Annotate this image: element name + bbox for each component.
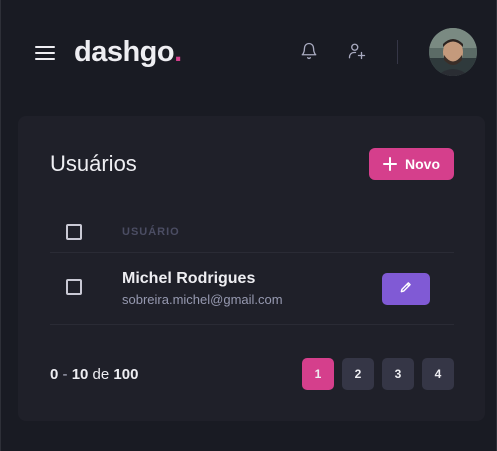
new-user-button-label: Novo	[405, 156, 440, 172]
logo-text: dashgo	[74, 36, 175, 68]
header: dashgo.	[1, 0, 497, 110]
user-plus-icon[interactable]	[348, 42, 366, 60]
new-user-button[interactable]: Novo	[369, 148, 454, 180]
user-name: Michel Rodrigues	[122, 270, 256, 287]
menu-icon[interactable]	[35, 44, 55, 62]
page-title: Usuários	[50, 151, 137, 176]
page-button-1[interactable]: 1	[302, 358, 334, 390]
range-end: 10	[71, 366, 89, 383]
total-count: 100	[113, 366, 139, 383]
range-separator: -	[62, 366, 68, 383]
range-start: 0	[50, 366, 59, 383]
row-checkbox[interactable]	[66, 279, 82, 295]
logo: dashgo.	[74, 36, 182, 69]
logo-dot: .	[174, 36, 182, 68]
user-email: sobreira.michel@gmail.com	[122, 292, 283, 307]
edit-button[interactable]	[382, 273, 430, 305]
header-divider	[397, 40, 398, 64]
users-card: Usuários Novo USUÁRIO Michel Rodrigues s…	[18, 116, 485, 421]
avatar[interactable]	[429, 28, 477, 76]
bell-icon[interactable]	[300, 42, 318, 60]
page-button-3[interactable]: 3	[382, 358, 414, 390]
of-label: de	[92, 366, 110, 383]
page-button-2[interactable]: 2	[342, 358, 374, 390]
page-button-4[interactable]: 4	[422, 358, 454, 390]
pagination-info: 0 - 10 de 100	[50, 366, 138, 383]
table-header: USUÁRIO	[50, 208, 454, 253]
app-frame: dashgo. Usuários Novo USUÁRIO Michel Rod…	[0, 0, 497, 451]
column-header-user: USUÁRIO	[122, 226, 180, 238]
select-all-checkbox[interactable]	[66, 224, 82, 240]
pencil-icon	[399, 280, 413, 299]
plus-icon	[383, 157, 397, 171]
table-row: Michel Rodrigues sobreira.michel@gmail.c…	[50, 254, 454, 325]
